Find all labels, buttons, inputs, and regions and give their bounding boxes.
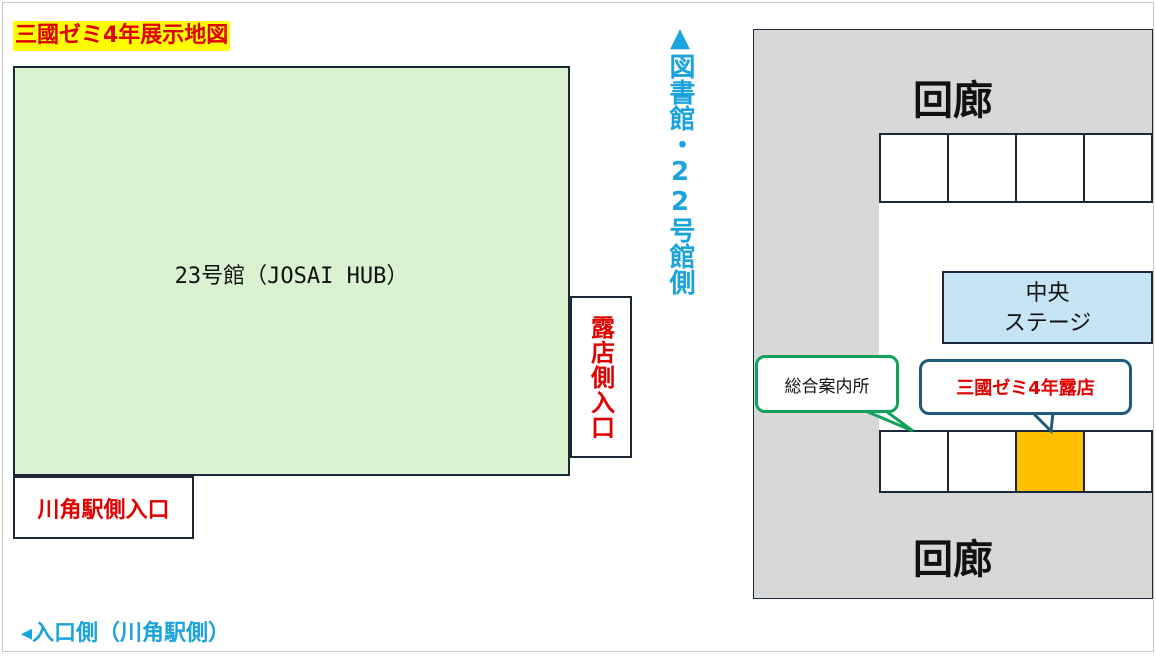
callout-tails <box>860 407 1055 435</box>
mikuni-stall-callout: 三國ゼミ4年露店 <box>919 359 1132 415</box>
info-desk-callout: 総合案内所 <box>755 355 899 413</box>
map-canvas: 三國ゼミ4年展示地図 23号館（JOSAI HUB） 露店側入口 川角駅側入口 … <box>2 2 1154 652</box>
stall-callout-tail <box>1029 411 1055 435</box>
